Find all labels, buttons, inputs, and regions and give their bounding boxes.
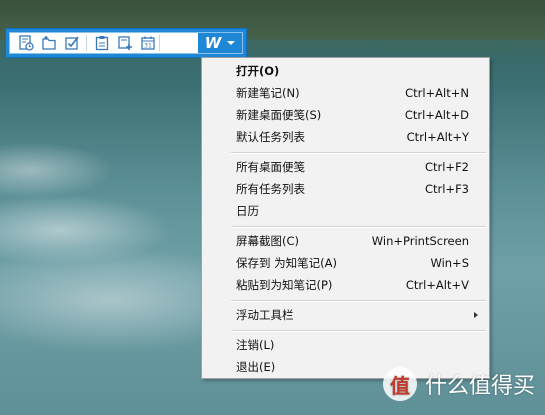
menu-item-label: 屏幕截图(C)	[236, 234, 300, 248]
menu-item-all-task-lists[interactable]: 所有任务列表 Ctrl+F3	[203, 179, 488, 199]
menu-item-calendar[interactable]: 日历	[203, 201, 488, 221]
task-list-button[interactable]	[60, 33, 83, 53]
menu-item-label: 浮动工具栏	[236, 308, 294, 322]
menu-item-open[interactable]: 打开(O)	[203, 61, 488, 81]
menu-separator	[231, 300, 486, 302]
context-menu: 打开(O) 新建笔记(N) Ctrl+Alt+N 新建桌面便笺(S) Ctrl+…	[201, 57, 490, 379]
menu-item-shortcut: Ctrl+Alt+V	[405, 278, 469, 292]
submenu-arrow-icon	[474, 312, 478, 318]
floating-toolbar: 31 W	[5, 28, 247, 58]
wiz-logo-icon: W	[204, 34, 222, 52]
menu-item-label: 默认任务列表	[236, 130, 305, 144]
watermark-text: 什么值得买	[424, 374, 535, 399]
menu-item-label: 保存到 为知笔记(A)	[236, 256, 337, 270]
watermark: 值 什么值得买	[382, 367, 535, 401]
menu-item-default-task-list[interactable]: 默认任务列表 Ctrl+Alt+Y	[203, 127, 488, 147]
menu-item-label: 粘贴到为知笔记(P)	[236, 278, 333, 292]
menu-item-shortcut: Ctrl+Alt+N	[405, 86, 469, 100]
menu-item-label: 注销(L)	[236, 338, 275, 352]
note-add-icon	[117, 36, 132, 50]
app-menu-button[interactable]: W	[198, 33, 242, 53]
menu-item-shortcut: Ctrl+F3	[424, 182, 469, 196]
watermark-logo: 值	[382, 367, 417, 401]
toolbar-divider	[86, 35, 87, 51]
menu-item-all-desktop-notes[interactable]: 所有桌面便笺 Ctrl+F2	[203, 157, 488, 177]
folder-pin-icon	[41, 36, 56, 50]
note-clock-icon	[18, 35, 34, 51]
menu-item-shortcut: Win+PrintScreen	[371, 234, 469, 248]
calendar-button[interactable]: 31	[136, 33, 159, 53]
menu-item-label: 退出(E)	[236, 360, 276, 374]
menu-item-label: 所有桌面便笺	[236, 160, 305, 174]
menu-item-label: 新建笔记(N)	[236, 86, 300, 100]
new-note-button[interactable]	[14, 33, 37, 53]
svg-text:31: 31	[144, 43, 152, 50]
menu-item-label: 打开(O)	[236, 64, 280, 78]
menu-item-shortcut: Ctrl+Alt+D	[404, 108, 469, 122]
menu-separator	[231, 226, 486, 228]
menu-item-shortcut: Ctrl+Alt+Y	[406, 130, 469, 144]
menu-item-new-desktop-note[interactable]: 新建桌面便笺(S) Ctrl+Alt+D	[203, 105, 488, 125]
menu-item-label: 新建桌面便笺(S)	[236, 108, 322, 122]
checkbox-icon	[64, 36, 79, 50]
clipboard-button[interactable]	[90, 33, 113, 53]
desktop-note-button[interactable]	[113, 33, 136, 53]
folder-button[interactable]	[37, 33, 60, 53]
menu-item-save-to-wiznote[interactable]: 保存到 为知笔记(A) Win+S	[203, 253, 488, 273]
caret-down-icon	[227, 41, 236, 45]
menu-item-shortcut: Ctrl+F2	[424, 160, 469, 174]
menu-item-shortcut: Win+S	[430, 256, 469, 270]
toolbar-body: 31 W	[9, 32, 243, 54]
menu-item-label: 日历	[236, 204, 259, 218]
clipboard-icon	[95, 36, 108, 51]
menu-separator	[231, 330, 486, 332]
menu-item-label: 所有任务列表	[236, 182, 305, 196]
calendar-icon: 31	[140, 36, 155, 50]
menu-item-paste-to-wiznote[interactable]: 粘贴到为知笔记(P) Ctrl+Alt+V	[203, 275, 488, 295]
menu-item-screenshot[interactable]: 屏幕截图(C) Win+PrintScreen	[203, 231, 488, 251]
menu-item-new-note[interactable]: 新建笔记(N) Ctrl+Alt+N	[203, 83, 488, 103]
menu-item-floating-toolbar[interactable]: 浮动工具栏	[203, 305, 488, 325]
menu-separator	[231, 152, 486, 154]
menu-item-logout[interactable]: 注销(L)	[203, 335, 488, 355]
toolbar-divider	[159, 35, 160, 51]
